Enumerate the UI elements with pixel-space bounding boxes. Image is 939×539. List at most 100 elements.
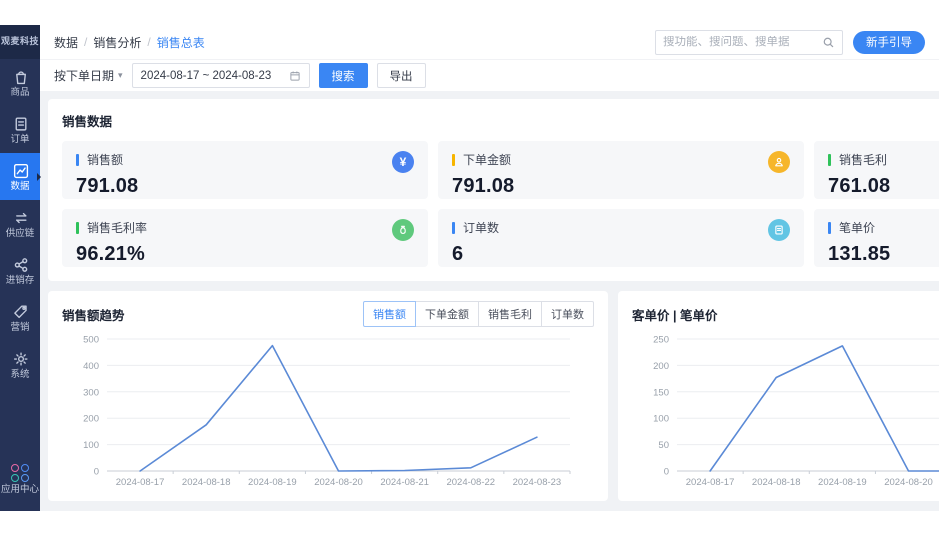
svg-text:400: 400	[83, 361, 99, 372]
global-search-input[interactable]	[663, 36, 822, 48]
svg-text:2024-08-21: 2024-08-21	[380, 477, 429, 488]
sidebar-item-orders[interactable]: 订单	[0, 106, 40, 153]
sales-trend-title: 销售额趋势	[62, 308, 125, 323]
card-label: 销售额	[87, 153, 124, 167]
card-accent-bar	[828, 153, 831, 166]
card-accent-bar	[76, 153, 79, 166]
metric-card-order-count: 订单数 6	[438, 209, 804, 267]
metric-card-gross-profit-rate: 销售毛利率 96.21%	[62, 209, 428, 267]
card-value: 96.21%	[76, 243, 146, 265]
calendar-icon	[289, 71, 300, 81]
charts-row: 销售额趋势 销售额 下单金额 销售毛利 订单数 0 100 200 300 400 500 202…	[48, 291, 939, 501]
swap-icon	[15, 212, 27, 224]
beginner-guide-button[interactable]: 新手引导	[853, 30, 925, 54]
trend-tab-销售毛利[interactable]: 销售毛利	[478, 301, 542, 327]
sidebar-item-label: 订单	[10, 134, 30, 145]
sidebar-item-label: 系统	[10, 369, 30, 380]
card-label: 销售毛利率	[87, 221, 148, 235]
logo: 观麦科技	[0, 25, 40, 59]
svg-text:2024-08-18: 2024-08-18	[182, 477, 231, 488]
date-range-input[interactable]: 2024-08-17 ~ 2024-08-23	[131, 63, 310, 88]
global-search-box[interactable]	[655, 29, 843, 55]
sidebar-item-inventory[interactable]: 进销存	[0, 247, 40, 294]
svg-text:200: 200	[653, 361, 669, 372]
svg-text:50: 50	[658, 440, 669, 451]
sidebar-nav: 商品订单数据 供应链 进销存 营销系统	[0, 59, 41, 388]
breadcrumb: 数据 / 销售分析 / 销售总表	[54, 34, 205, 51]
sidebar-item-data[interactable]: 数据	[0, 153, 41, 200]
sales-trend-chart: 0 100 200 300 400 500 2024-08-17 2024-08-18 2024…	[83, 335, 571, 488]
breadcrumb-item[interactable]: 数据	[54, 34, 78, 51]
metric-card-sales-amount: 销售额 ¥ 791.08	[62, 141, 428, 199]
sales-card-grid: 销售额 ¥ 791.08 下单金额 791.08 销售毛利 761.08 销售毛…	[62, 141, 939, 267]
topbar: 数据 / 销售分析 / 销售总表 新手引导	[40, 25, 939, 59]
svg-text:2024-08-17: 2024-08-17	[686, 477, 735, 488]
sidebar-item-goods[interactable]: 商品	[0, 59, 40, 106]
date-type-label: 按下单日期	[54, 69, 115, 83]
price-chart: 0 50 100 150 200 250 2024-08-17 2024-08-18 2024-…	[653, 335, 939, 488]
svg-text:2024-08-20: 2024-08-20	[314, 477, 363, 488]
moneybag-icon	[392, 219, 414, 241]
sidebar: 观麦科技 商品订单数据 供应链 进销存 营销系统 应用中心	[0, 25, 41, 511]
topbar-right: 新手引导	[655, 29, 925, 55]
date-range-value: 2024-08-17 ~ 2024-08-23	[140, 69, 272, 82]
main-area: 数据 / 销售分析 / 销售总表 新手引导 按下单日期 ▾ 2024-08-17 ~ 2…	[40, 25, 939, 511]
card-label: 订单数	[463, 221, 500, 235]
date-type-select[interactable]: 按下单日期 ▾	[54, 67, 123, 84]
card-value: 791.08	[452, 175, 515, 197]
card-value: 761.08	[828, 175, 891, 197]
trend-tab-订单数[interactable]: 订单数	[541, 301, 594, 327]
gear-icon	[13, 352, 28, 366]
trend-tab-销售额[interactable]: 销售额	[363, 301, 416, 327]
order-icon	[768, 219, 790, 241]
svg-text:100: 100	[83, 440, 99, 451]
svg-text:2024-08-19: 2024-08-19	[818, 477, 867, 488]
moneybag-icon	[400, 225, 406, 234]
sales-data-panel: 销售数据 销售额 ¥ 791.08 下单金额 791.08 销售毛利 761.0…	[48, 99, 939, 281]
card-value: 131.85	[828, 243, 891, 265]
svg-text:2024-08-23: 2024-08-23	[513, 477, 562, 488]
sidebar-item-app-center[interactable]: 应用中心	[0, 455, 40, 511]
card-label: 下单金额	[463, 153, 512, 167]
card-value: 6	[452, 243, 464, 265]
sidebar-item-system[interactable]: 系统	[0, 341, 40, 388]
svg-text:500: 500	[83, 335, 99, 346]
svg-text:2024-08-17: 2024-08-17	[116, 477, 165, 488]
breadcrumb-item[interactable]: 销售分析	[93, 34, 141, 51]
search-icon	[823, 37, 834, 47]
page: 观麦科技 商品 订单 数据 供应链 进销存 营销 系统 应用中心 数据 / 销售分析 / 销售总表 …	[0, 0, 939, 539]
breadcrumb-separator: /	[147, 35, 151, 49]
sidebar-item-supply-chain[interactable]: 供应链	[0, 200, 40, 247]
svg-text:250: 250	[653, 335, 669, 346]
breadcrumb-separator: /	[84, 35, 88, 49]
export-button[interactable]: 导出	[376, 63, 426, 88]
card-value: 791.08	[76, 175, 139, 197]
sidebar-item-marketing[interactable]: 营销	[0, 294, 40, 341]
sidebar-item-label: 商品	[10, 87, 30, 98]
metric-card-order-amount: 下单金额 791.08	[438, 141, 804, 199]
share-icon	[14, 258, 27, 272]
card-label: 笔单价	[839, 221, 876, 235]
svg-text:200: 200	[83, 414, 99, 425]
app-center-label: 应用中心	[1, 484, 39, 495]
trend-tab-下单金额[interactable]: 下单金额	[415, 301, 479, 327]
metric-card-per-order-price: 笔单价 131.85	[814, 209, 939, 267]
card-label: 销售毛利	[839, 153, 888, 167]
trend-metric-tabs: 销售额 下单金额 销售毛利 订单数	[363, 301, 594, 327]
svg-text:2024-08-20: 2024-08-20	[884, 477, 933, 488]
card-accent-bar	[76, 221, 79, 234]
content-area: 销售数据 销售额 ¥ 791.08 下单金额 791.08 销售毛利 761.0…	[40, 91, 939, 501]
bag-icon	[15, 71, 26, 85]
metric-card-gross-profit: 销售毛利 761.08	[814, 141, 939, 199]
price-chart-panel: 客单价 | 笔单价 0 50 100 150 200 250 2024-08-17 2024-…	[618, 291, 939, 501]
search-button[interactable]: 搜索	[318, 63, 368, 88]
order-icon	[775, 225, 783, 235]
card-accent-bar	[452, 221, 455, 234]
card-accent-bar	[452, 153, 455, 166]
svg-text:0: 0	[94, 467, 99, 478]
svg-text:2024-08-18: 2024-08-18	[752, 477, 801, 488]
user-icon	[775, 157, 783, 167]
yuan-icon: ¥	[392, 151, 414, 173]
price-chart-title: 客单价 | 笔单价	[632, 308, 718, 323]
